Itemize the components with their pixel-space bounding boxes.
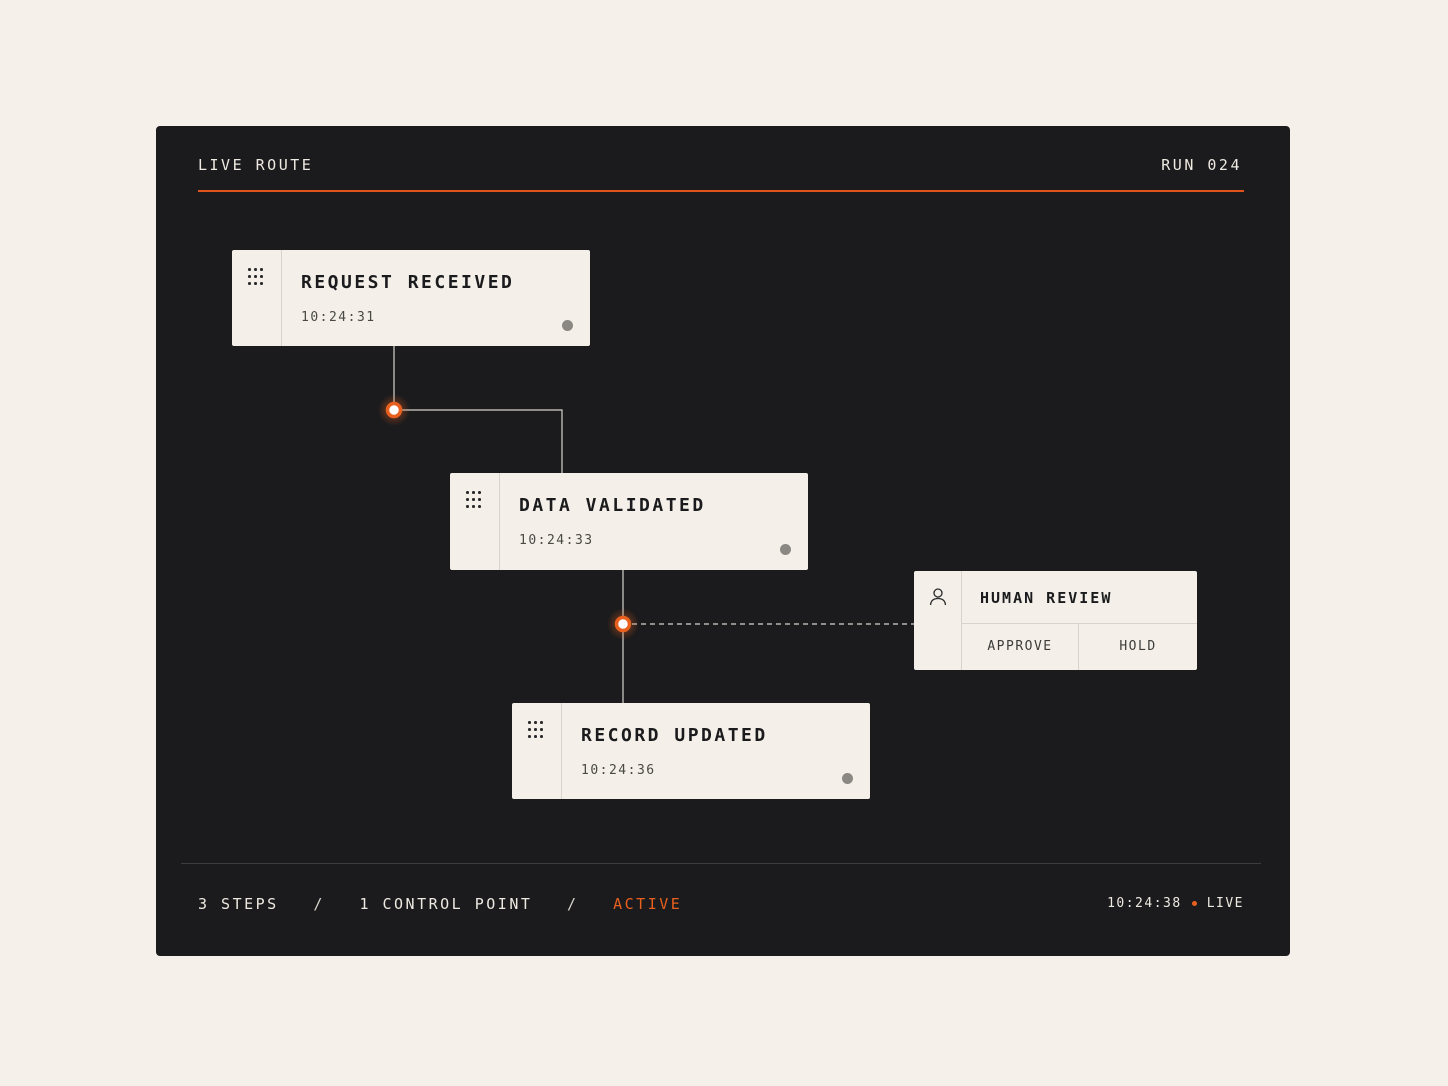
junction-node-1 xyxy=(378,394,410,426)
step-time: 10:24:33 xyxy=(519,533,594,548)
separator: / xyxy=(313,895,325,913)
human-review-card: HUMAN REVIEW APPROVE HOLD xyxy=(914,571,1197,670)
status-dot xyxy=(562,320,573,331)
approve-button[interactable]: APPROVE xyxy=(962,624,1079,670)
hold-button[interactable]: HOLD xyxy=(1079,624,1197,670)
step-card-data-validated[interactable]: DATA VALIDATED 10:24:33 xyxy=(450,473,808,570)
drag-handle[interactable] xyxy=(450,473,500,570)
junction-node-2 xyxy=(607,608,639,640)
grip-icon xyxy=(466,491,484,509)
clock: 10:24:38 xyxy=(1107,896,1182,911)
live-label: LIVE xyxy=(1206,896,1244,911)
live-status: 10:24:38 LIVE xyxy=(1107,896,1244,911)
grip-icon xyxy=(528,721,546,739)
review-icon-column xyxy=(914,571,962,670)
footer-summary: 3 STEPS / 1 CONTROL POINT / ACTIVE xyxy=(198,895,682,913)
connector-1-to-2 xyxy=(393,346,563,473)
drag-handle[interactable] xyxy=(512,703,562,799)
state-label: ACTIVE xyxy=(613,895,683,913)
step-title: RECORD UPDATED xyxy=(581,725,768,746)
step-title: REQUEST RECEIVED xyxy=(301,272,515,293)
live-dot-icon xyxy=(1191,901,1197,906)
footer-divider xyxy=(181,863,1261,864)
status-dot xyxy=(842,773,853,784)
control-point-count: 1 CONTROL POINT xyxy=(359,895,533,913)
step-card-record-updated[interactable]: RECORD UPDATED 10:24:36 xyxy=(512,703,870,799)
status-dot xyxy=(780,544,791,555)
step-time: 10:24:36 xyxy=(581,763,656,778)
review-title: HUMAN REVIEW xyxy=(980,589,1113,607)
drag-handle[interactable] xyxy=(232,250,282,346)
route-panel: LIVE ROUTE RUN 024 REQUEST RECEIVED 10:2… xyxy=(156,126,1290,956)
separator: / xyxy=(567,895,579,913)
step-card-request-received[interactable]: REQUEST RECEIVED 10:24:31 xyxy=(232,250,590,346)
step-time: 10:24:31 xyxy=(301,310,376,325)
step-title: DATA VALIDATED xyxy=(519,495,706,516)
person-icon xyxy=(929,588,947,606)
steps-count: 3 STEPS xyxy=(198,895,279,913)
grip-icon xyxy=(248,268,266,286)
